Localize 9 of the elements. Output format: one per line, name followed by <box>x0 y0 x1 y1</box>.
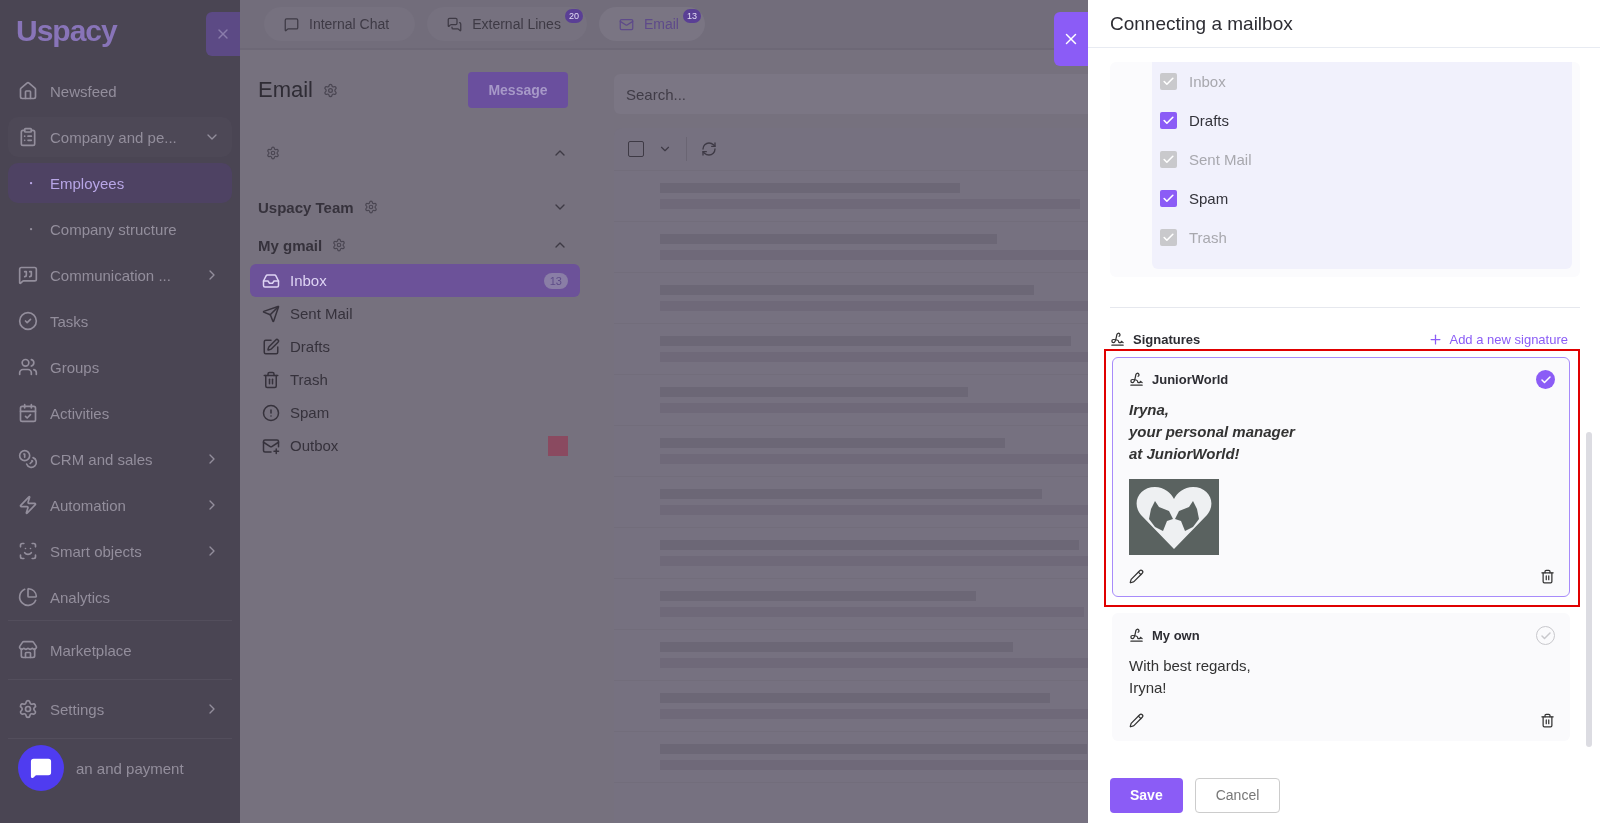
signature-name: My own <box>1152 628 1200 643</box>
count-badge: 13 <box>682 9 701 23</box>
signature-text: With best regards, Iryna! <box>1129 656 1252 698</box>
signature-text: Iryna, your personal manager at JuniorWorld! <box>1129 400 1297 464</box>
section-label: Signatures <box>1133 332 1201 347</box>
drawer-title: Connecting a mailbox <box>1088 0 1600 48</box>
signature-name: JuniorWorld <box>1152 372 1229 387</box>
panel-title: Email <box>258 77 313 103</box>
count-badge: 20 <box>564 9 583 23</box>
